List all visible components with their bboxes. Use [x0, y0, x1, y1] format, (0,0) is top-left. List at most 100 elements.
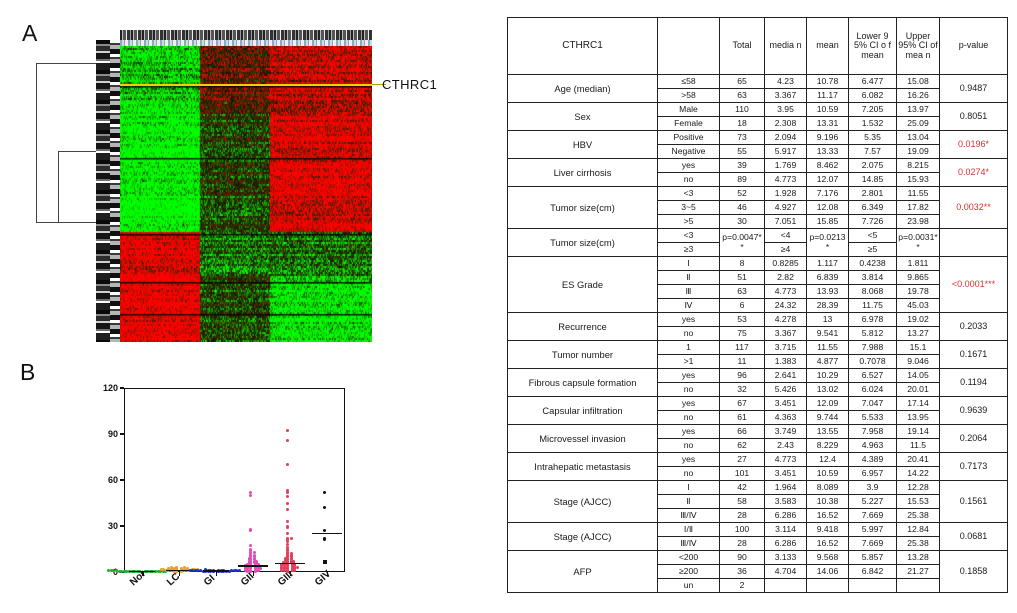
table-cell: Positive	[657, 130, 720, 145]
table-cell: 53	[719, 312, 765, 327]
table-cell: 6.978	[848, 312, 897, 327]
data-point	[323, 490, 327, 494]
table-cell: >5	[657, 214, 720, 229]
table-cell: yes	[657, 312, 720, 327]
table-cell: >1	[657, 354, 720, 369]
table-pvalue-cell: 0.1858	[939, 550, 1008, 593]
table-cell: 12.28	[896, 480, 940, 495]
table-cell: 8.068	[848, 284, 897, 299]
table-cell: 4.773	[764, 284, 807, 299]
table-cell: 51	[719, 270, 765, 285]
table-cell: 100	[719, 522, 765, 537]
table-cell: 36	[719, 564, 765, 579]
table-row: HBV Positive 73 2.094 9.196 5.35 13.04 0.0196*	[507, 130, 1008, 159]
table-row: AFP <200 90 3.133 9.568 5.857 13.28 0.1858	[507, 550, 1008, 593]
table-row: Fibrous capsule formation yes 96 2.641 10.29…	[507, 368, 1008, 397]
table-cell: no	[657, 438, 720, 453]
table-cell: 1.117	[806, 256, 849, 271]
table-cell: Ⅰ/Ⅱ	[657, 522, 720, 537]
table-cell: 16.52	[806, 508, 849, 523]
table-cell: Ⅳ	[657, 298, 720, 313]
table-cell: 6.527	[848, 368, 897, 383]
table-cell: 3.367	[764, 326, 807, 341]
cthrc1-gene-label: CTHRC1	[382, 77, 438, 92]
table-row-category: Tumor size(cm)	[507, 186, 658, 229]
table-cell: 3.133	[764, 550, 807, 565]
table-cell: 15.08	[896, 74, 940, 89]
table-cell: 13.02	[806, 382, 849, 397]
table-cell: 89	[719, 172, 765, 187]
table-row-category: Intrahepatic metastasis	[507, 452, 658, 481]
table-row: Liver cirrhosis yes 39 1.769 8.462 2.075 8.215…	[507, 158, 1008, 187]
table-cell: 46	[719, 200, 765, 215]
table-cell: 3.9	[848, 480, 897, 495]
table-row-category: Fibrous capsule formation	[507, 368, 658, 397]
table-cell: 12.09	[806, 396, 849, 411]
table-cell: 8	[719, 256, 765, 271]
table-cell: yes	[657, 396, 720, 411]
table-cell: 75	[719, 326, 765, 341]
table-cell: 24.32	[764, 298, 807, 313]
table-cell: 3.367	[764, 88, 807, 103]
table-cell: <4	[764, 228, 807, 243]
table-cell: 1.769	[764, 158, 807, 173]
table-cell: 16.26	[896, 88, 940, 103]
table-cell: 110	[719, 102, 765, 117]
panel-b-dotplot: B 0 30 60 90 120 Nor LC GI GII GIII GIV	[0, 352, 500, 613]
table-pvalue-cell: 0.7173	[939, 452, 1008, 481]
table-cell: 2.075	[848, 158, 897, 173]
table-cell: 14.05	[896, 368, 940, 383]
table-cell: Ⅰ	[657, 256, 720, 271]
table-cell: 62	[719, 438, 765, 453]
table-row-category: Age (median)	[507, 74, 658, 103]
table-cell: 11	[719, 354, 765, 369]
table-cell: 4.23	[764, 74, 807, 89]
table-cell: 6.477	[848, 74, 897, 89]
table-row: Tumor size(cm) <3 52 1.928 7.176 2.801 11.55 0.…	[507, 186, 1008, 229]
table-row: Microvessel invasion yes 66 3.749 13.55 7.958…	[507, 424, 1008, 453]
table-header-cell: mean	[806, 17, 849, 75]
table-cell: yes	[657, 368, 720, 383]
table-pvalue-cell: <0.0001***	[939, 256, 1008, 313]
table-cell: 13	[806, 312, 849, 327]
y-axis-tick-label: 30	[107, 521, 118, 531]
table-cell: 3.95	[764, 102, 807, 117]
table-cell: 15.1	[896, 340, 940, 355]
data-point	[159, 568, 163, 572]
panel-a-heatmap: A CTHRC1	[0, 0, 500, 350]
table-cell: 5.812	[848, 326, 897, 341]
table-cell: 3.583	[764, 494, 807, 509]
table-cell: 15.85	[806, 214, 849, 229]
table-cell: 5.997	[848, 522, 897, 537]
table-cell: 3.715	[764, 340, 807, 355]
table-cell: 14.06	[806, 564, 849, 579]
table-cell: 1.811	[896, 256, 940, 271]
table-cell	[764, 578, 807, 593]
table-cell: ≥5	[848, 242, 897, 257]
dendrogram	[36, 55, 98, 240]
table-cell: 2.308	[764, 116, 807, 131]
table-cell: no	[657, 326, 720, 341]
table-cell: 3.451	[764, 466, 807, 481]
table-cell: <200	[657, 550, 720, 565]
table-cell: 1.928	[764, 186, 807, 201]
dendrogram-branch	[36, 63, 37, 223]
table-cell: 6.957	[848, 466, 897, 481]
data-point	[323, 536, 327, 540]
table-cell: 5.533	[848, 410, 897, 425]
panel-a-label: A	[22, 20, 38, 46]
panel-b-label: B	[20, 359, 36, 385]
table-cell: 67	[719, 396, 765, 411]
table-cell: no	[657, 466, 720, 481]
table-cell: 7.958	[848, 424, 897, 439]
table-pvalue-cell: 0.1194	[939, 368, 1008, 397]
table-cell: 1.532	[848, 116, 897, 131]
table-row-category: Liver cirrhosis	[507, 158, 658, 187]
table-cell: 8.089	[806, 480, 849, 495]
table-cell: 1.383	[764, 354, 807, 369]
table-cell: 7.047	[848, 396, 897, 411]
table-cell: 28	[719, 508, 765, 523]
table-cell: 96	[719, 368, 765, 383]
table-cell: 19.02	[896, 312, 940, 327]
table-cell: 25.38	[896, 536, 940, 551]
